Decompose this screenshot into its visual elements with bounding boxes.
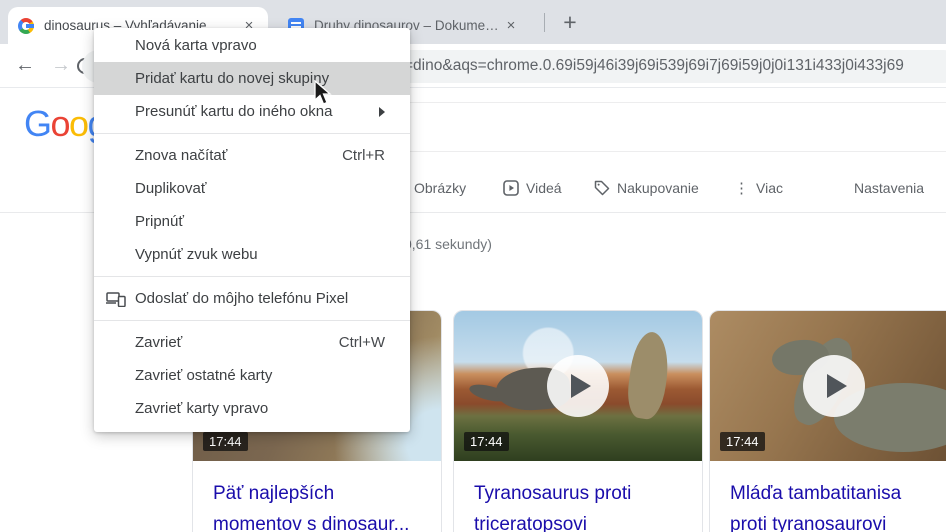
video-card[interactable]: 17:44 Mláďa tambatitanisa proti tyranosa…	[709, 310, 946, 532]
video-title-line: triceratopsovi	[474, 509, 682, 532]
dinosaur-silhouette	[624, 330, 673, 421]
result-stats: 0,61 sekundy)	[404, 236, 492, 252]
menu-item-send-to-pixel-phone[interactable]: Odoslať do môjho telefónu Pixel	[94, 282, 410, 315]
back-icon[interactable]: ←	[12, 52, 38, 78]
new-tab-button[interactable]: +	[556, 8, 584, 36]
logo-letter: G	[24, 103, 51, 144]
menu-item-accelerator: Ctrl+W	[339, 334, 385, 351]
menu-item-add-tab-to-new-group[interactable]: Pridať kartu do novej skupiny	[94, 62, 410, 95]
menu-separator	[94, 320, 410, 321]
search-tab-label: Obrázky	[414, 180, 466, 196]
menu-item-label: Znova načítať	[135, 147, 227, 164]
more-vert-icon: ⋮	[734, 179, 749, 197]
search-tab-label: Viac	[756, 180, 783, 196]
search-tab-obrazky[interactable]: Obrázky	[414, 178, 466, 198]
devices-icon	[106, 291, 126, 307]
logo-letter: o	[69, 103, 88, 144]
menu-item-close[interactable]: Zavrieť Ctrl+W	[94, 326, 410, 359]
video-title-line: Mláďa tambatitanisa	[730, 478, 938, 509]
search-tab-nastavenia[interactable]: Nastavenia	[854, 178, 924, 198]
video-card[interactable]: 17:44 Tyranosaurus proti triceratopsovi	[453, 310, 703, 532]
tab-separator	[544, 13, 545, 32]
menu-item-label: Zavrieť ostatné karty	[135, 367, 272, 384]
video-thumbnail[interactable]: 17:44	[710, 311, 946, 461]
mouse-cursor	[313, 80, 335, 111]
video-title-line: Päť najlepších	[213, 478, 421, 509]
play-icon[interactable]	[547, 355, 609, 417]
menu-item-label: Presunúť kartu do iného okna	[135, 103, 332, 120]
browser-window: dinosaurus – Vyhľadávanie × Druhy dinosa…	[0, 0, 946, 532]
video-title-link[interactable]: Tyranosaurus proti triceratopsovi	[454, 461, 702, 532]
video-title-line: Tyranosaurus proti	[474, 478, 682, 509]
logo-letter: o	[51, 103, 70, 144]
menu-item-label: Duplikovať	[135, 180, 207, 197]
play-triangle	[827, 374, 847, 398]
menu-separator	[94, 133, 410, 134]
menu-item-label: Vypnúť zvuk webu	[135, 246, 258, 263]
menu-item-new-tab-right[interactable]: Nová karta vpravo	[94, 29, 410, 62]
google-favicon-icon	[18, 18, 34, 34]
video-duration-badge: 17:44	[464, 432, 509, 451]
play-triangle	[571, 374, 591, 398]
video-title-line: momentov s dinosaur...	[213, 509, 421, 532]
play-icon[interactable]	[803, 355, 865, 417]
menu-item-accelerator: Ctrl+R	[342, 147, 385, 164]
search-tab-viac[interactable]: ⋮ Viac	[734, 178, 783, 198]
menu-item-label: Odoslať do môjho telefónu Pixel	[135, 290, 348, 307]
search-tab-nakupovanie[interactable]: Nakupovanie	[594, 178, 699, 198]
close-tab-icon[interactable]: ×	[502, 17, 520, 35]
menu-item-label: Pridať kartu do novej skupiny	[135, 70, 329, 87]
tab-context-menu: Nová karta vpravo Pridať kartu do novej …	[94, 28, 410, 432]
video-title-link[interactable]: Mláďa tambatitanisa proti tyranosaurovi	[710, 461, 946, 532]
menu-item-reload[interactable]: Znova načítať Ctrl+R	[94, 139, 410, 172]
forward-icon: →	[48, 52, 74, 78]
menu-item-label: Zavrieť	[135, 334, 182, 351]
search-tab-label: Nakupovanie	[617, 180, 699, 196]
menu-item-label: Nová karta vpravo	[135, 37, 257, 54]
url-text: =dino&aqs=chrome.0.69i59j46i39j69i539j69…	[404, 57, 904, 75]
menu-item-label: Pripnúť	[135, 213, 184, 230]
video-duration-badge: 17:44	[720, 432, 765, 451]
menu-separator	[94, 276, 410, 277]
search-tab-label: Nastavenia	[854, 180, 924, 196]
video-title-line: proti tyranosaurovi	[730, 509, 938, 532]
menu-item-label: Zavrieť karty vpravo	[135, 400, 268, 417]
video-duration-badge: 17:44	[203, 432, 248, 451]
menu-item-close-other-tabs[interactable]: Zavrieť ostatné karty	[94, 359, 410, 392]
menu-item-move-tab-to-another-window[interactable]: Presunúť kartu do iného okna	[94, 95, 410, 128]
submenu-arrow-icon	[379, 107, 385, 117]
video-title-link[interactable]: Päť najlepších momentov s dinosaur...	[193, 461, 441, 532]
menu-item-close-tabs-right[interactable]: Zavrieť karty vpravo	[94, 392, 410, 425]
video-icon	[503, 180, 519, 196]
search-tab-videa[interactable]: Videá	[503, 178, 562, 198]
menu-item-duplicate[interactable]: Duplikovať	[94, 172, 410, 205]
search-tab-label: Videá	[526, 180, 562, 196]
video-thumbnail[interactable]: 17:44	[454, 311, 702, 461]
tag-icon	[594, 180, 610, 196]
menu-item-mute-site[interactable]: Vypnúť zvuk webu	[94, 238, 410, 271]
menu-item-pin[interactable]: Pripnúť	[94, 205, 410, 238]
